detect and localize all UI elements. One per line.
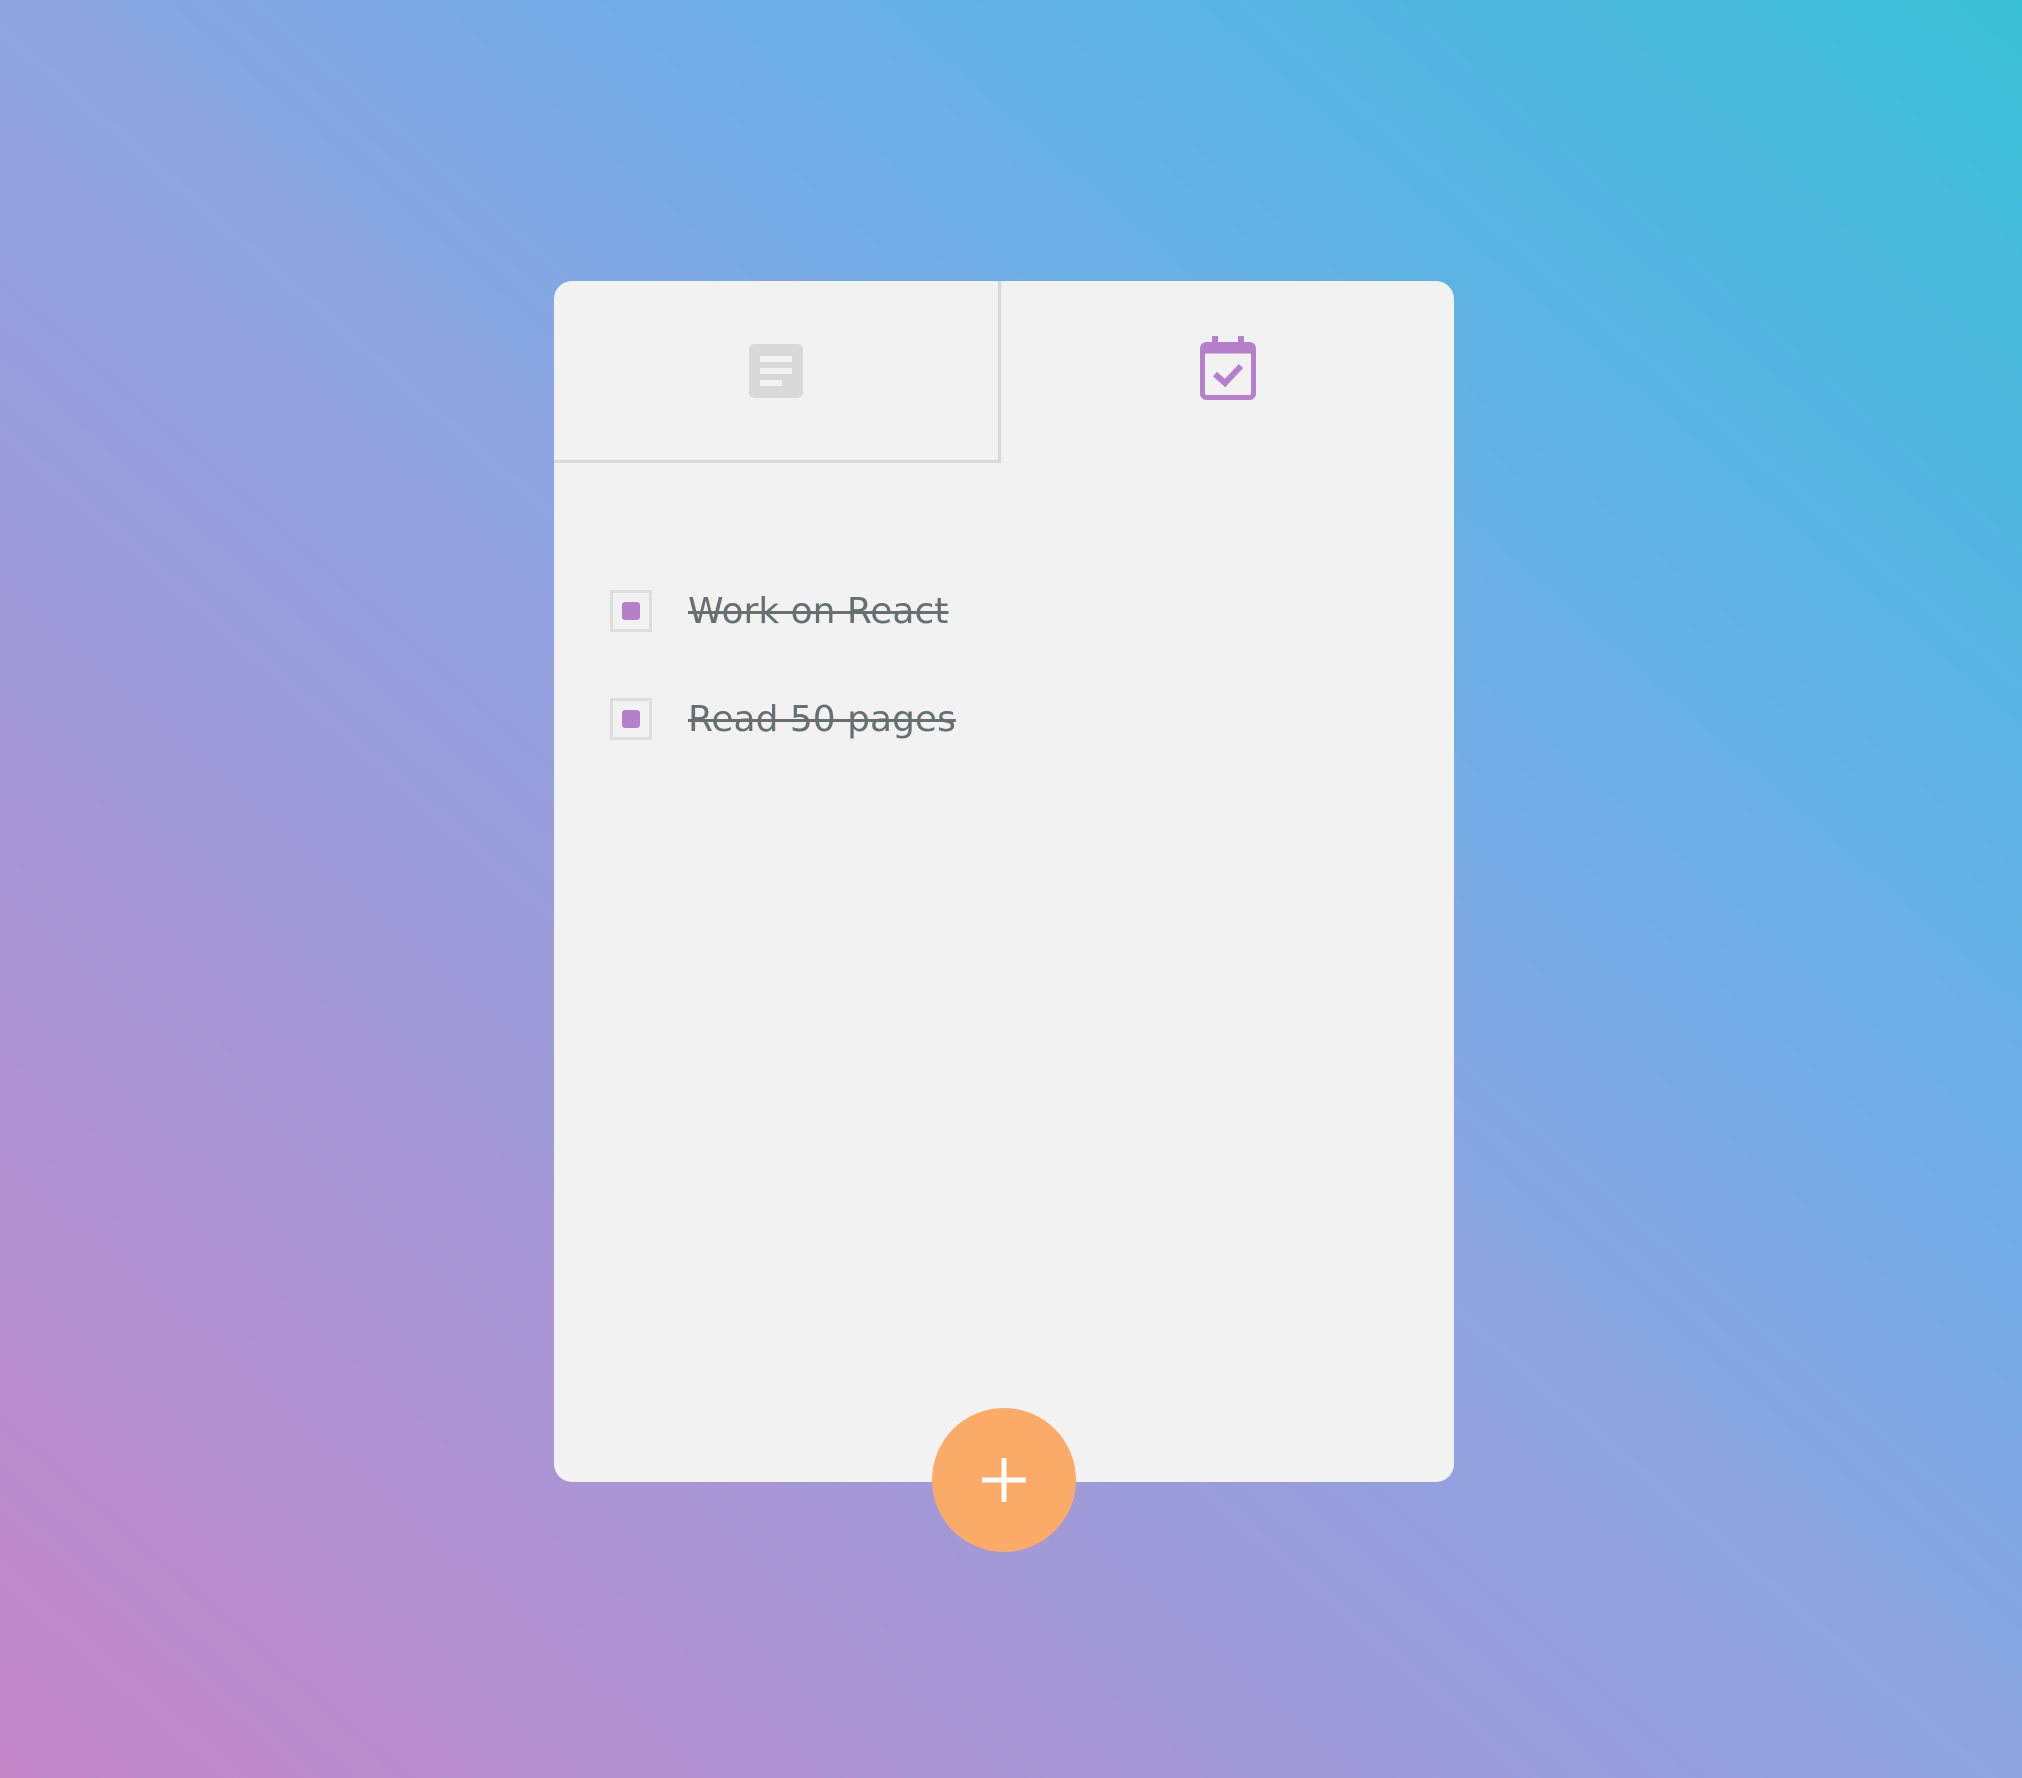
todo-text: Work on React (688, 590, 949, 632)
notes-icon (749, 343, 803, 398)
todo-text: Read 50 pages (688, 698, 956, 740)
todo-list: Work on React Read 50 pages (610, 581, 1390, 797)
checkbox-checked-indicator (622, 710, 640, 728)
add-todo-button[interactable] (932, 1408, 1076, 1552)
plus-icon (982, 1458, 1026, 1502)
checkbox-checked-indicator (622, 602, 640, 620)
todo-checkbox[interactable] (610, 698, 652, 740)
todo-item: Read 50 pages (610, 689, 1390, 749)
tab-todos[interactable] (1001, 281, 1454, 463)
tab-bar (554, 281, 1454, 463)
tab-notes[interactable] (554, 281, 1001, 463)
todo-checkbox[interactable] (610, 590, 652, 632)
todo-card: Work on React Read 50 pages (554, 281, 1454, 1482)
todo-item: Work on React (610, 581, 1390, 641)
calendar-check-icon (1199, 336, 1256, 400)
